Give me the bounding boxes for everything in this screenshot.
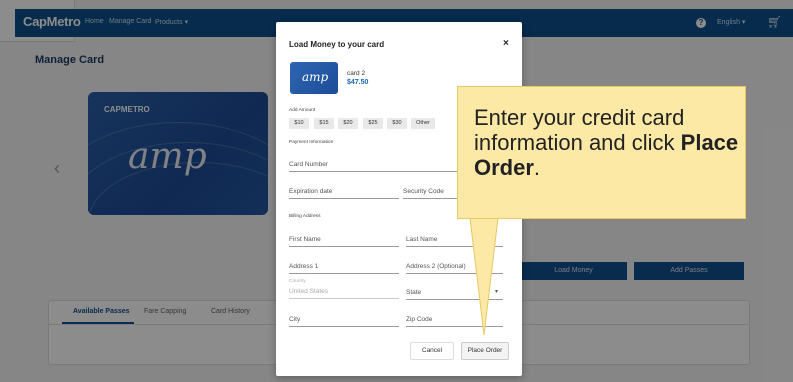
screen: { "header": { "logo": "CapMetro", "nav":… <box>0 0 793 382</box>
callout-text-end: . <box>533 155 541 180</box>
callout-text-main: Enter your credit card information and c… <box>474 105 685 155</box>
instruction-callout: Enter your credit card information and c… <box>457 86 746 219</box>
callout-text: Enter your credit card information and c… <box>474 105 739 180</box>
